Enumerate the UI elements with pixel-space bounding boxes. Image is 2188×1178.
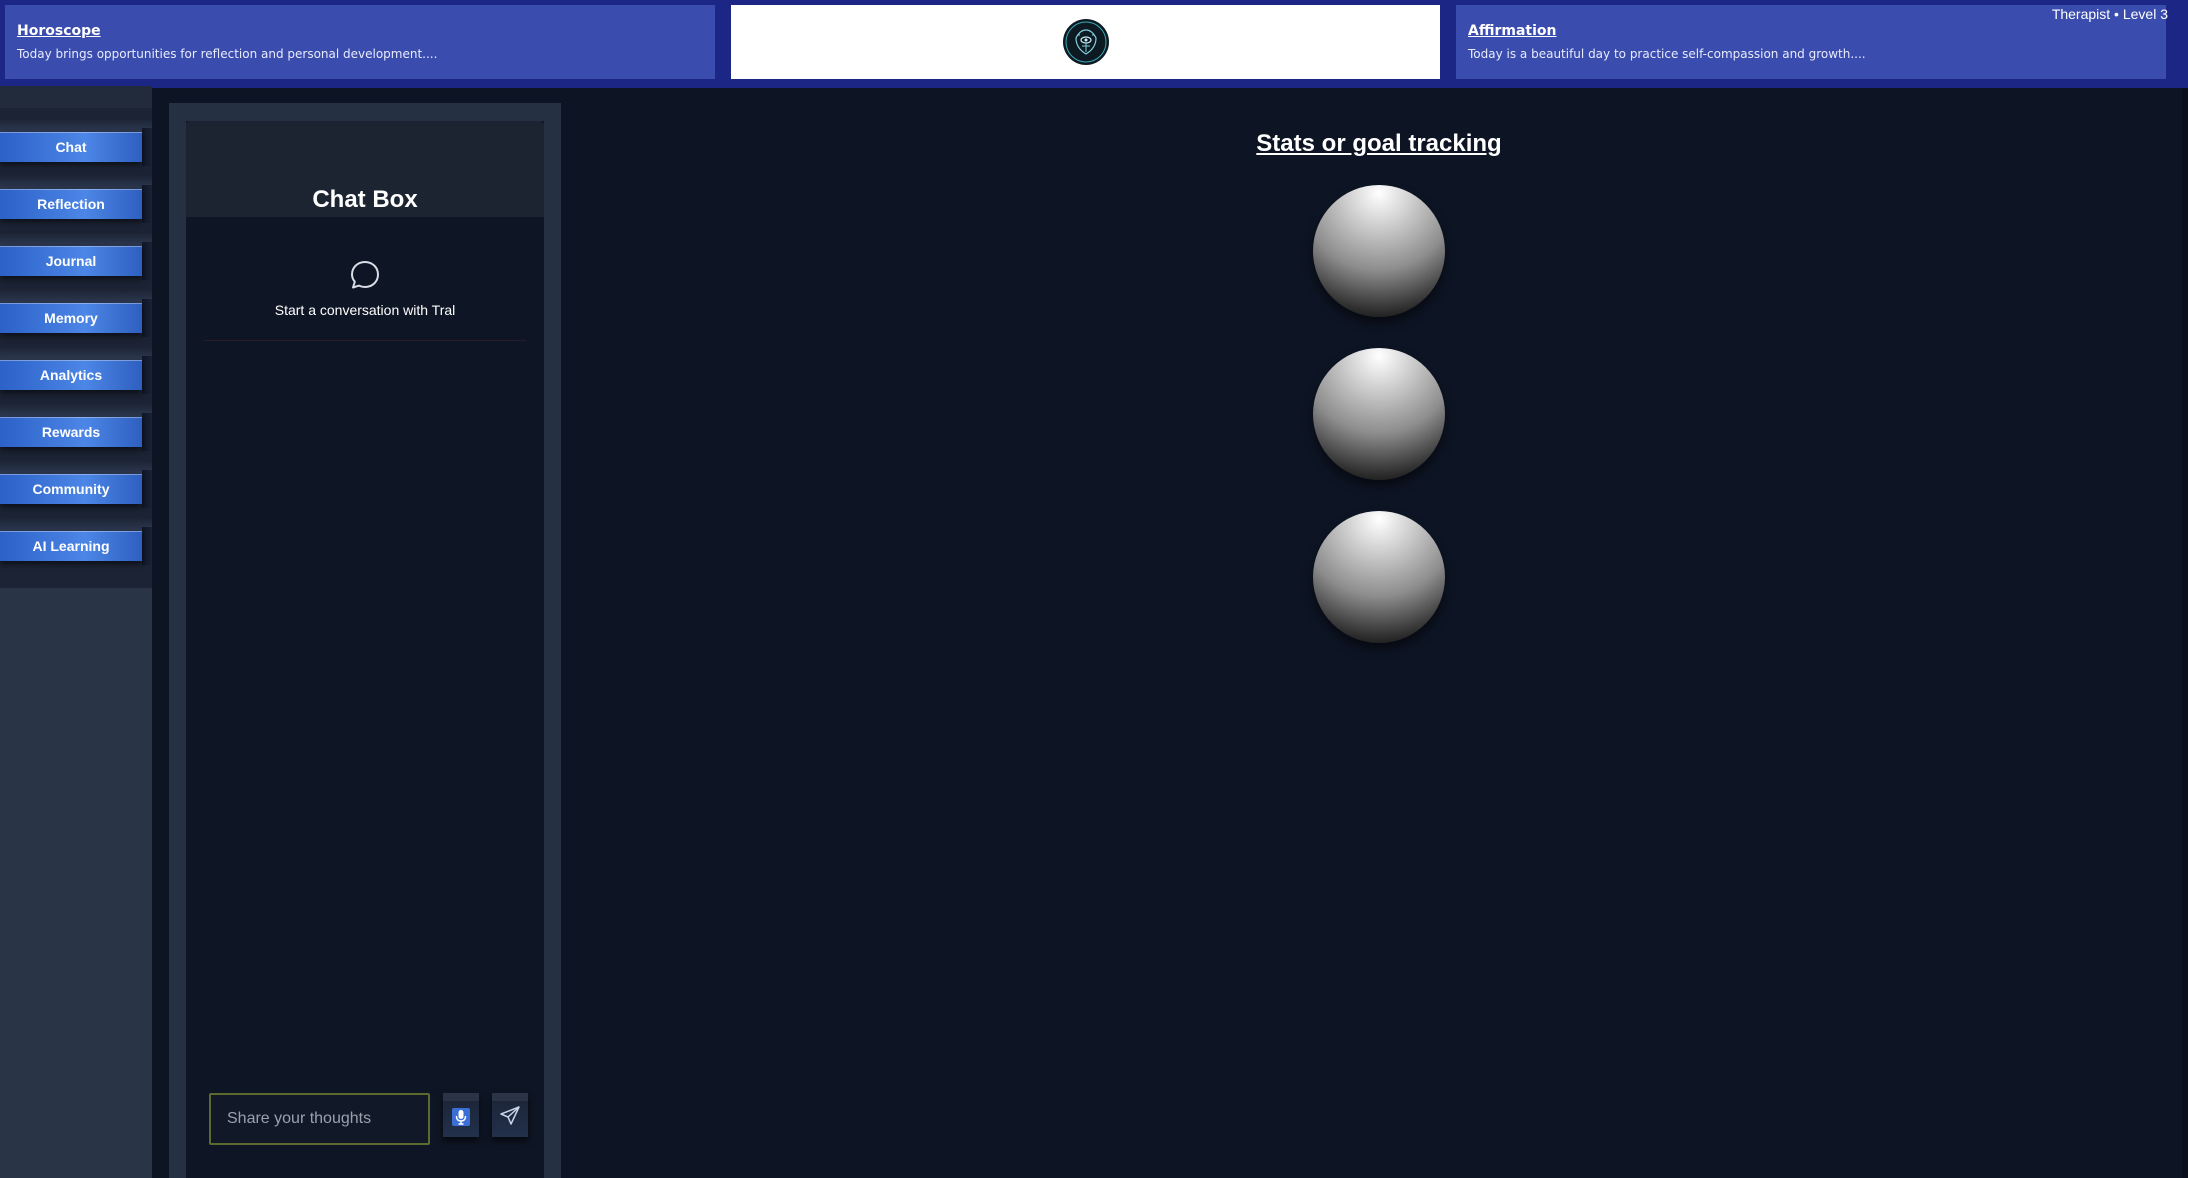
brain-circuit-icon xyxy=(1062,19,1109,65)
mic-button[interactable] xyxy=(443,1093,479,1137)
affirmation-title[interactable]: Affirmation xyxy=(1468,23,2154,39)
chat-divider xyxy=(204,340,526,341)
sidebar-item-memory[interactable]: Memory xyxy=(0,289,152,346)
sidebar-item-rewards[interactable]: Rewards xyxy=(0,403,152,460)
chat-bubble-icon xyxy=(351,261,379,289)
sidebar-item-label: Reflection xyxy=(0,189,142,219)
horoscope-text: Today brings opportunities for reflectio… xyxy=(17,47,438,61)
send-icon xyxy=(500,1106,520,1125)
sidebar-item-label: Memory xyxy=(0,303,142,333)
sidebar-item-label: Journal xyxy=(0,246,142,276)
sidebar-item-community[interactable]: Community xyxy=(0,460,152,517)
stats-title: Stats or goal tracking xyxy=(1256,130,1502,157)
top-bar: Horoscope Today brings opportunities for… xyxy=(0,0,2188,88)
sidebar-item-analytics[interactable]: Analytics xyxy=(0,346,152,403)
affirmation-text: Today is a beautiful day to practice sel… xyxy=(1468,47,1866,61)
microphone-icon xyxy=(452,1108,470,1126)
sidebar-item-label: AI Learning xyxy=(0,531,142,561)
sidebar-item-ai-learning[interactable]: AI Learning xyxy=(0,517,152,574)
chat-empty-state: Start a conversation with Tral xyxy=(186,258,544,318)
sidebar-item-label: Chat xyxy=(0,132,142,162)
sidebar-item-label: Community xyxy=(0,474,142,504)
sidebar-nav: Chat Reflection Journal Memory Analytics… xyxy=(0,108,152,588)
user-status: Therapist • Level 3 xyxy=(2051,6,2168,22)
sidebar: Chat Reflection Journal Memory Analytics… xyxy=(0,86,152,1178)
sidebar-item-journal[interactable]: Journal xyxy=(0,232,152,289)
send-button[interactable] xyxy=(492,1093,528,1137)
sidebar-item-label: Rewards xyxy=(0,417,142,447)
logo-card xyxy=(731,5,1440,79)
chat-empty-message: Start a conversation with Tral xyxy=(274,302,456,318)
horoscope-title[interactable]: Horoscope xyxy=(17,23,703,39)
sidebar-item-chat[interactable]: Chat xyxy=(0,118,152,175)
sidebar-item-reflection[interactable]: Reflection xyxy=(0,175,152,232)
chat-title: Chat Box xyxy=(312,186,418,213)
goal-sphere[interactable] xyxy=(1313,511,1445,643)
horoscope-card[interactable]: Horoscope Today brings opportunities for… xyxy=(5,5,715,79)
chat-input[interactable] xyxy=(209,1093,430,1145)
sidebar-item-label: Analytics xyxy=(0,360,142,390)
scrollbar[interactable] xyxy=(2182,88,2188,1178)
sidebar-top-strip xyxy=(0,86,152,108)
goal-sphere[interactable] xyxy=(1313,348,1445,480)
goal-sphere[interactable] xyxy=(1313,185,1445,317)
